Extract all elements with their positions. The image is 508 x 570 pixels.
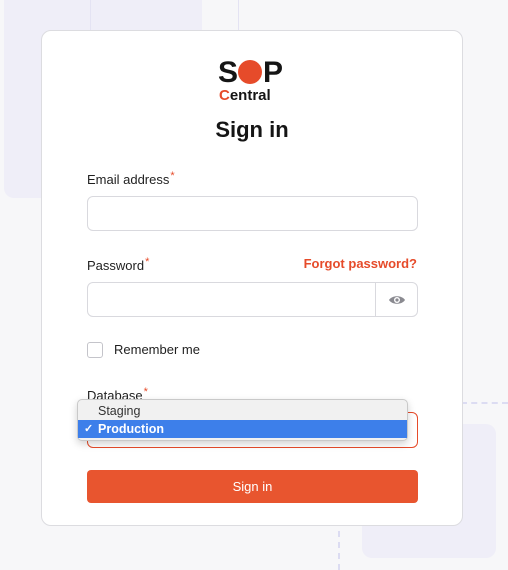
page-title: Sign in	[215, 117, 289, 142]
dropdown-option-production[interactable]: ✓ Production	[78, 420, 407, 438]
database-dropdown-menu: Staging ✓ Production	[77, 399, 408, 441]
background-dashed-line	[338, 520, 340, 570]
required-marker: *	[170, 170, 175, 182]
checkmark-icon: ✓	[84, 423, 94, 435]
forgot-password-link[interactable]: Forgot password?	[304, 256, 417, 271]
dropdown-option-staging[interactable]: Staging	[78, 402, 407, 420]
required-marker: *	[143, 386, 148, 398]
logo-wordmark-top: SP	[218, 56, 283, 89]
background-line	[238, 0, 239, 30]
sign-in-button[interactable]: Sign in	[87, 470, 418, 503]
logo-wordmark-bottom: Central	[219, 87, 271, 104]
required-marker: *	[145, 256, 150, 268]
password-label: Password*	[87, 256, 150, 273]
email-label: Email address*	[87, 170, 175, 187]
eye-icon	[388, 295, 405, 304]
logo-mark-circle	[238, 60, 263, 84]
email-field[interactable]	[87, 196, 418, 231]
scp-central-logo: SP Central	[218, 58, 288, 108]
remember-me-checkbox[interactable]	[87, 342, 103, 358]
sign-in-card: SP Central Sign in Email address* Passwo…	[41, 30, 463, 526]
remember-me-label: Remember me	[114, 342, 200, 357]
show-password-button[interactable]	[375, 283, 417, 316]
password-field[interactable]	[87, 282, 418, 317]
